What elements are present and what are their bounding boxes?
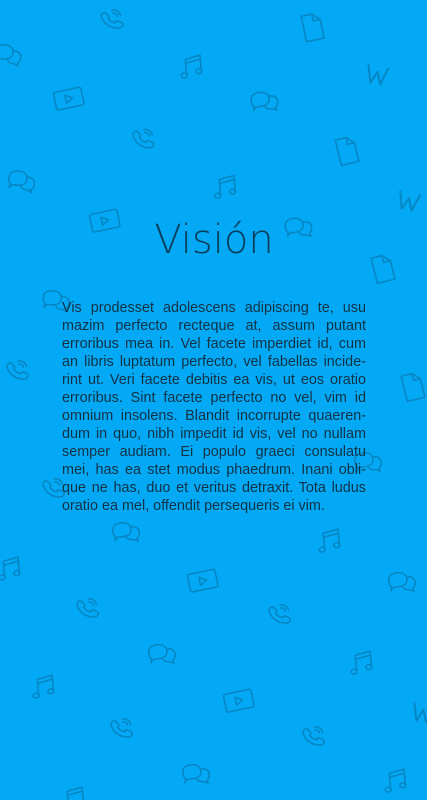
chat-bubbles-icon (6, 169, 37, 194)
w-mark-icon (410, 702, 427, 725)
document-icon (400, 371, 426, 403)
music-note-icon (30, 674, 56, 699)
phone-icon (267, 602, 292, 627)
w-mark-icon (395, 190, 421, 213)
video-icon (52, 86, 86, 112)
document-icon (370, 253, 396, 285)
music-note-icon (316, 528, 342, 553)
vision-screen: Visión Vis prodesset adolescens adipisci… (0, 0, 427, 800)
phone-icon (301, 724, 326, 749)
video-icon (222, 688, 256, 714)
phone-icon (75, 596, 100, 621)
phone-icon (5, 358, 30, 383)
phone-icon (131, 127, 156, 152)
chat-bubbles-icon (181, 762, 211, 787)
phone-icon (99, 7, 125, 33)
document-icon (334, 135, 360, 167)
music-note-icon (382, 768, 408, 793)
vision-paragraph: Vis prodesset adolescens adipiscing te, … (62, 300, 366, 514)
video-icon (186, 568, 220, 594)
music-note-icon (0, 556, 22, 581)
phone-icon (109, 716, 134, 741)
document-icon (300, 11, 325, 43)
chat-bubbles-icon (249, 89, 280, 115)
w-mark-icon (364, 64, 390, 87)
chat-bubbles-icon (147, 642, 177, 667)
music-note-icon (212, 174, 237, 200)
chat-bubbles-icon (0, 43, 23, 68)
music-note-icon (60, 786, 86, 800)
chat-bubbles-icon (387, 570, 417, 595)
music-note-icon (178, 54, 204, 79)
page-title: Visión (154, 217, 274, 263)
chat-bubbles-icon (111, 520, 141, 545)
music-note-icon (348, 650, 374, 675)
vision-section: Visión Vis prodesset adolescens adipisci… (62, 214, 366, 515)
